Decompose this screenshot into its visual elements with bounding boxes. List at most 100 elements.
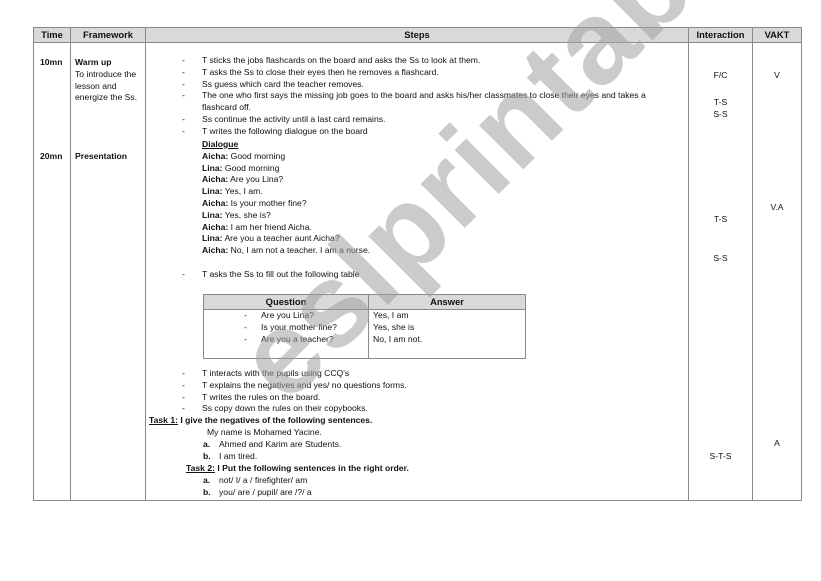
answer-item: No, I am not. [373, 333, 423, 344]
task2-items: a. not/ I/ a / firefighter/ am b. you/ are… [203, 475, 312, 499]
utterance: No, I am not a teacher. I am a nurse. [228, 245, 371, 256]
utterance: Yes, I am. [222, 186, 263, 197]
task1-instruction: I give the negatives of the following se… [177, 415, 373, 425]
stage-title-presentation: Presentation [75, 151, 128, 161]
qa-questions-cell: Are you Lina? Is your mother fine? Are y… [203, 309, 369, 359]
qa-body-row: Are you Lina? Is your mother fine? Are y… [203, 309, 526, 359]
task2-instruction: I Put the following sentences in the rig… [214, 463, 409, 473]
question-item: Are you a teacher? [204, 334, 368, 346]
task1-item: b. I am tired. [203, 451, 341, 463]
dialogue-line: Aicha: Are you Lina? [202, 174, 370, 186]
qa-answers-cell: Yes, I am Yes, she is No, I am not. [368, 309, 526, 359]
dialogue-line: Aicha: Good morning [202, 151, 370, 163]
utterance: Yes, she is? [222, 209, 271, 220]
step-item: T writes the following dialogue on the b… [182, 126, 682, 138]
header-steps: Steps [145, 27, 689, 43]
task1-label: Task 1: [149, 415, 178, 425]
header-time: Time [33, 27, 71, 43]
header-interaction: Interaction [688, 27, 753, 43]
task1-example: My name is Mohamed Yacine. [207, 427, 322, 437]
step-item: T sticks the jobs flashcards on the boar… [182, 55, 682, 67]
utterance: Are you Lina? [228, 174, 284, 185]
dialogue-line: Aicha: Is your mother fine? [202, 198, 370, 210]
item-text: I am tired. [219, 450, 258, 461]
step-item: T explains the negatives and yes/ no que… [182, 380, 407, 392]
time-cell: 10mn 20mn [33, 42, 71, 501]
dialogue-line: Aicha: I am her friend Aicha. [202, 222, 370, 234]
interaction-presentation-1: T-S [713, 214, 728, 224]
item-label: b. [203, 486, 211, 497]
speaker: Lina: [202, 209, 223, 220]
task1-items: a. Ahmed and Karim are Students. b. I am t… [203, 439, 341, 463]
vakt-warmup: V [774, 70, 780, 80]
framework-cell: Warm up To introduce the lesson and ener… [70, 42, 146, 501]
task2-label: Task 2: [186, 463, 215, 473]
speaker: Aicha: [202, 174, 229, 185]
dialogue-block: Dialogue Aicha: Good morning Lina: Good … [202, 139, 370, 257]
step-item: Ss guess which card the teacher removes. [182, 79, 682, 91]
item-label: a. [203, 475, 211, 485]
body-row: 10mn 20mn Warm up To introduce the lesso… [33, 42, 802, 501]
item-label: b. [203, 450, 211, 461]
dialogue-line: Lina: Yes, she is? [202, 210, 370, 222]
vakt-presentation: V.A [770, 202, 784, 212]
step-item: T interacts with the pupils using CCQ's [182, 368, 407, 380]
fill-table-step-list: T asks the Ss to fill out the following … [182, 269, 682, 281]
interaction-warmup-3: S-S [713, 109, 728, 119]
interaction-warmup-1: F/C [713, 70, 728, 80]
utterance: Good morning [222, 162, 280, 173]
time-warmup: 10mn [40, 57, 63, 67]
steps-cell: T sticks the jobs flashcards on the boar… [145, 42, 689, 501]
task2-heading: Task 2: I Put the following sentences in… [186, 463, 409, 475]
answer-item: Yes, I am [373, 310, 409, 320]
lesson-plan-table: Time Framework Steps Interaction VAKT 10… [33, 27, 802, 501]
step-item: T writes the rules on the board. [182, 392, 407, 404]
header-framework: Framework [70, 27, 146, 43]
item-label: a. [203, 439, 211, 449]
item-text: Ahmed and Karim are Students. [219, 439, 342, 449]
step-item: The one who first says the missing job g… [182, 90, 682, 114]
utterance: Good morning [228, 150, 286, 161]
utterance: I am her friend Aicha. [228, 221, 312, 232]
vakt-tasks: A [774, 438, 780, 448]
question-list: Are you Lina? Is your mother fine? Are y… [204, 310, 368, 345]
dialogue-line: Lina: Are you a teacher aunt Aicha? [202, 233, 370, 245]
interaction-cell: F/C T-S S-S T-S S-S S-T-S [688, 42, 753, 501]
qa-header-question: Question [203, 294, 369, 310]
dialogue-line: Lina: Good morning [202, 163, 370, 175]
warmup-steps-list: T sticks the jobs flashcards on the boar… [182, 55, 682, 138]
speaker: Aicha: [202, 245, 229, 256]
step-item: T asks the Ss to close their eyes then h… [182, 67, 682, 79]
speaker: Aicha: [202, 150, 229, 161]
qa-header-row: Question Answer [203, 294, 526, 310]
qa-header-answer: Answer [368, 294, 526, 310]
vakt-cell: V V.A A [752, 42, 802, 501]
question-item: Are you Lina? [204, 310, 368, 322]
speaker: Lina: [202, 186, 223, 197]
step-item: Ss copy down the rules on their copybook… [182, 403, 407, 415]
dialogue-line: Lina: Yes, I am. [202, 186, 370, 198]
step-item: T asks the Ss to fill out the following … [182, 269, 682, 281]
task2-item: b. you/ are / pupil/ are /?/ a [203, 487, 312, 499]
answer-item: Yes, she is [373, 321, 415, 332]
utterance: Is your mother fine? [228, 197, 307, 208]
speaker: Lina: [202, 162, 223, 173]
header-row: Time Framework Steps Interaction VAKT [33, 27, 802, 43]
lesson-plan-page: Time Framework Steps Interaction VAKT 10… [0, 0, 821, 581]
question-item: Is your mother fine? [204, 322, 368, 334]
header-vakt: VAKT [752, 27, 802, 43]
interaction-presentation-2: S-S [713, 253, 728, 263]
speaker: Aicha: [202, 197, 229, 208]
time-presentation: 20mn [40, 151, 63, 161]
utterance: Are you a teacher aunt Aicha? [222, 233, 340, 244]
step-item: Ss continue the activity until a last ca… [182, 114, 682, 126]
stage-description-warmup: To introduce the lesson and energize the… [75, 68, 138, 103]
stage-title-warmup: Warm up [75, 57, 112, 67]
dialogue-line: Aicha: No, I am not a teacher. I am a nu… [202, 245, 370, 257]
task2-item: a. not/ I/ a / firefighter/ am [203, 475, 312, 487]
interaction-presentation-3: S-T-S [709, 451, 732, 461]
task1-heading: Task 1: I give the negatives of the foll… [149, 415, 372, 427]
item-text: not/ I/ a / firefighter/ am [219, 475, 308, 485]
speaker: Lina: [202, 233, 223, 244]
dialogue-title: Dialogue [202, 139, 239, 149]
